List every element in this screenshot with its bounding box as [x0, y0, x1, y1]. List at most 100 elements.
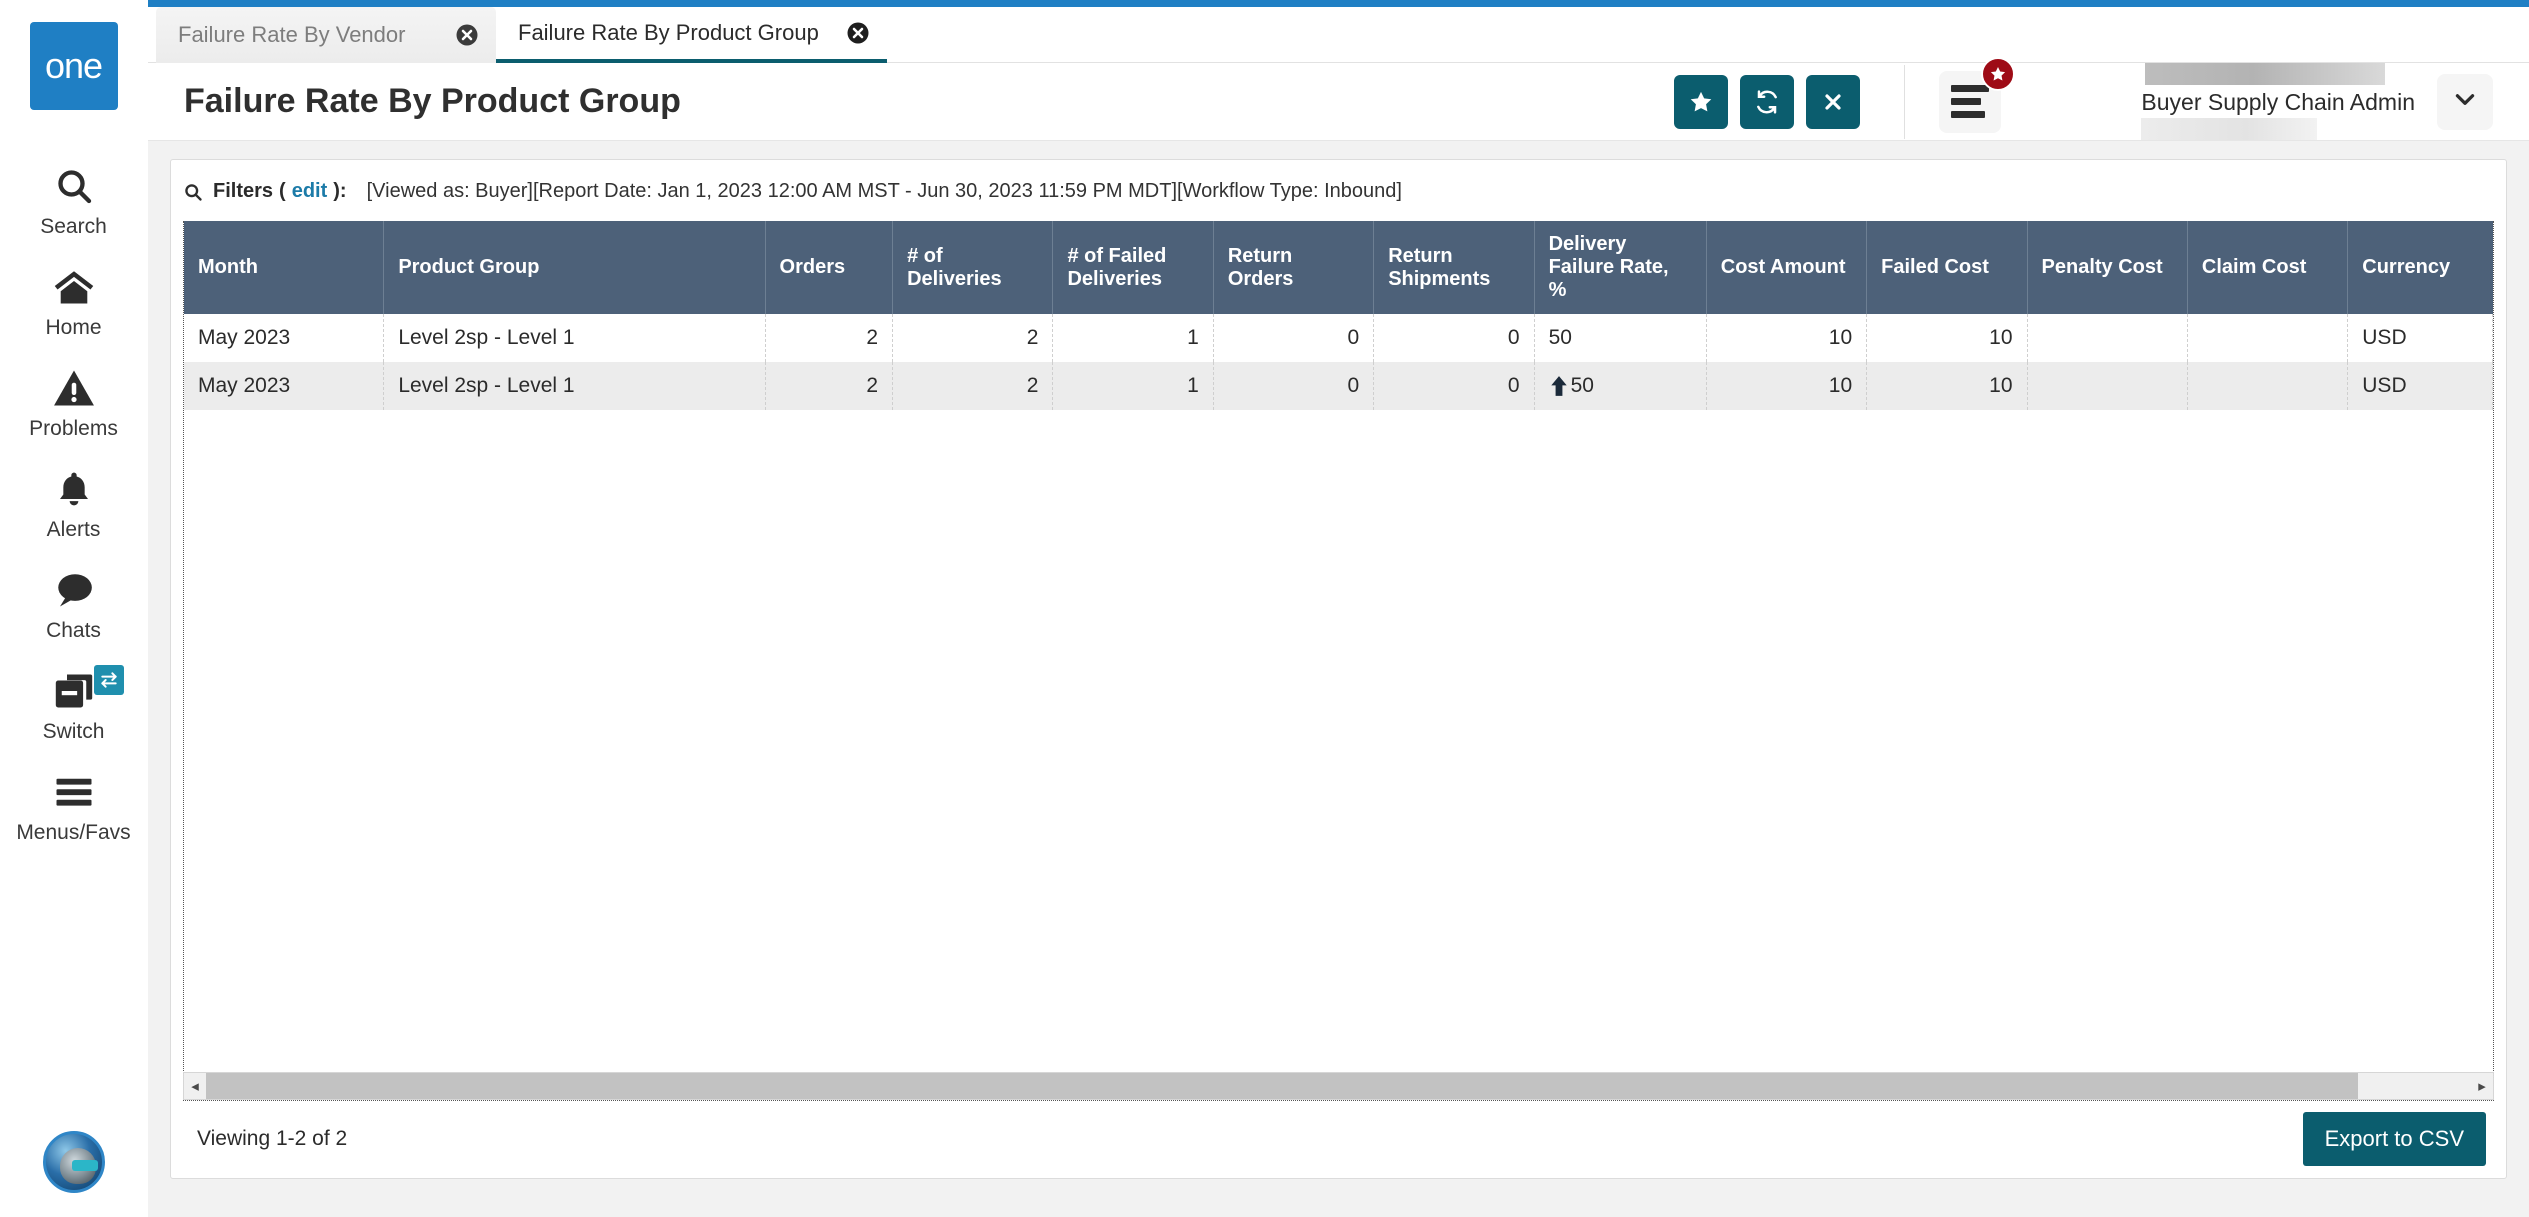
bell-icon — [54, 465, 94, 513]
cell-currency: USD — [2347, 362, 2493, 411]
sidebar-item-switch[interactable]: Switch — [0, 653, 148, 754]
cell-penalty-cost — [2027, 314, 2188, 363]
close-button[interactable] — [1806, 74, 1861, 129]
cell-product-group: Level 2sp - Level 1 — [383, 314, 766, 363]
table-header: Month Product Group Orders # of Deliveri… — [184, 221, 2493, 315]
redacted-company-bar — [2145, 63, 2386, 86]
bottom-strip — [148, 1179, 2529, 1217]
up-arrow-icon — [1549, 375, 1569, 397]
cell-deliveries: 2 — [892, 362, 1054, 411]
cell-return-shipments: 0 — [1373, 362, 1535, 411]
cell-orders: 2 — [765, 314, 894, 363]
cell-claim-cost — [2187, 314, 2349, 363]
horizontal-scrollbar[interactable]: ◂ ▸ — [183, 1072, 2494, 1101]
tab-failure-rate-by-vendor[interactable]: Failure Rate By Vendor — [156, 7, 496, 64]
cell-failed-cost: 10 — [1866, 314, 2028, 363]
redacted-user-bar — [2141, 118, 2318, 141]
cell-delivery-failure-rate-value: 50 — [1570, 374, 1594, 398]
star-icon — [1688, 89, 1714, 115]
sidebar-item-label: Menus/Favs — [16, 821, 131, 844]
header-divider — [1904, 64, 1906, 139]
report-table: Month Product Group Orders # of Deliveri… — [184, 221, 2493, 411]
cell-month: May 2023 — [184, 362, 385, 411]
chat-bubble-icon — [53, 566, 95, 614]
sidebar-item-menus-favs[interactable]: Menus/Favs — [0, 754, 148, 855]
filters-summary: [Viewed as: Buyer][Report Date: Jan 1, 2… — [366, 180, 1402, 203]
user-menu[interactable]: Buyer Supply Chain Admin — [2141, 63, 2493, 141]
filters-edit-link[interactable]: edit — [292, 180, 328, 203]
export-to-csv-button[interactable]: Export to CSV — [2302, 1112, 2486, 1167]
cell-failed-deliveries: 1 — [1052, 314, 1214, 363]
warning-triangle-icon — [53, 364, 95, 412]
search-icon — [54, 162, 94, 210]
switch-toggle-badge[interactable] — [93, 665, 124, 695]
column-header-failed-cost[interactable]: Failed Cost — [1866, 221, 2028, 315]
user-menu-toggle[interactable] — [2437, 73, 2493, 130]
favorite-button[interactable] — [1674, 74, 1729, 129]
top-accent-bar — [148, 0, 2529, 8]
close-icon[interactable] — [454, 22, 480, 48]
viewing-count: Viewing 1-2 of 2 — [197, 1127, 348, 1151]
table-row[interactable]: May 2023 Level 2sp - Level 1 2 2 1 0 0 5… — [184, 362, 2493, 411]
sidebar-item-chats[interactable]: Chats — [0, 552, 148, 653]
column-header-product-group[interactable]: Product Group — [383, 221, 766, 315]
table-body: May 2023 Level 2sp - Level 1 2 2 1 0 0 5… — [184, 314, 2493, 411]
column-header-return-orders[interactable]: Return Orders — [1213, 221, 1375, 315]
menus-favs-button[interactable] — [1939, 56, 2016, 133]
column-header-delivery-failure-rate[interactable]: Delivery Failure Rate, % — [1534, 221, 1707, 315]
one-network-logo[interactable]: one — [29, 22, 118, 110]
column-header-return-shipments[interactable]: Return Shipments — [1373, 221, 1535, 315]
sidebar-item-home[interactable]: Home — [0, 249, 148, 350]
sidebar-item-label: Chats — [46, 619, 101, 642]
column-header-month[interactable]: Month — [184, 221, 385, 315]
cell-orders: 2 — [765, 362, 894, 411]
column-header-penalty-cost[interactable]: Penalty Cost — [2027, 221, 2188, 315]
hamburger-icon — [53, 768, 95, 816]
cell-return-orders: 0 — [1213, 314, 1375, 363]
cell-month: May 2023 — [184, 314, 385, 363]
menu-lines-icon — [1951, 85, 1990, 119]
scroll-left-arrow-icon[interactable]: ◂ — [184, 1077, 206, 1095]
filters-open-paren: ( — [279, 180, 286, 203]
sidebar-item-label: Problems — [29, 417, 118, 440]
column-header-deliveries[interactable]: # of Deliveries — [892, 221, 1054, 315]
column-header-cost-amount[interactable]: Cost Amount — [1706, 221, 1868, 315]
refresh-icon — [1754, 89, 1780, 115]
table-row[interactable]: May 2023 Level 2sp - Level 1 2 2 1 0 0 5… — [184, 314, 2493, 363]
main-area: Failure Rate By Vendor Failure Rate By P… — [148, 0, 2529, 1217]
cell-currency: USD — [2347, 314, 2493, 363]
column-header-claim-cost[interactable]: Claim Cost — [2187, 221, 2349, 315]
cell-delivery-failure-rate: 50 — [1534, 362, 1707, 411]
tab-failure-rate-by-product-group[interactable]: Failure Rate By Product Group — [496, 7, 887, 64]
chevron-down-icon — [2452, 86, 2478, 117]
sidebar-item-alerts[interactable]: Alerts — [0, 451, 148, 552]
scrollbar-track[interactable] — [206, 1073, 2471, 1100]
user-avatar[interactable] — [43, 1131, 105, 1193]
close-icon[interactable] — [845, 20, 871, 46]
cell-deliveries: 2 — [892, 314, 1054, 363]
home-icon — [53, 263, 95, 311]
star-badge-icon — [1981, 56, 2016, 91]
cell-claim-cost — [2187, 362, 2349, 411]
user-role-label: Buyer Supply Chain Admin — [2141, 89, 2415, 116]
switch-windows-icon — [53, 667, 95, 715]
cell-cost-amount: 10 — [1706, 362, 1868, 411]
card-footer: Viewing 1-2 of 2 Export to CSV — [171, 1100, 2506, 1178]
scrollbar-thumb[interactable] — [206, 1073, 2358, 1100]
search-icon — [183, 182, 203, 202]
column-header-failed-deliveries[interactable]: # of Failed Deliveries — [1052, 221, 1214, 315]
sidebar-item-problems[interactable]: Problems — [0, 350, 148, 451]
sidebar-item-label: Home — [45, 316, 102, 339]
scroll-right-arrow-icon[interactable]: ▸ — [2471, 1077, 2493, 1095]
column-header-currency[interactable]: Currency — [2347, 221, 2493, 315]
sidebar-item-search[interactable]: Search — [0, 148, 148, 249]
filters-label: Filters — [213, 180, 274, 203]
column-header-orders[interactable]: Orders — [765, 221, 894, 315]
sidebar-item-label: Search — [40, 215, 107, 238]
refresh-button[interactable] — [1740, 74, 1795, 129]
filters-close-paren: ): — [333, 180, 347, 203]
cell-cost-amount: 10 — [1706, 314, 1868, 363]
page-header: Failure Rate By Product Group Buyer Supp… — [148, 56, 2529, 142]
cell-return-shipments: 0 — [1373, 314, 1535, 363]
cell-product-group: Level 2sp - Level 1 — [383, 362, 766, 411]
